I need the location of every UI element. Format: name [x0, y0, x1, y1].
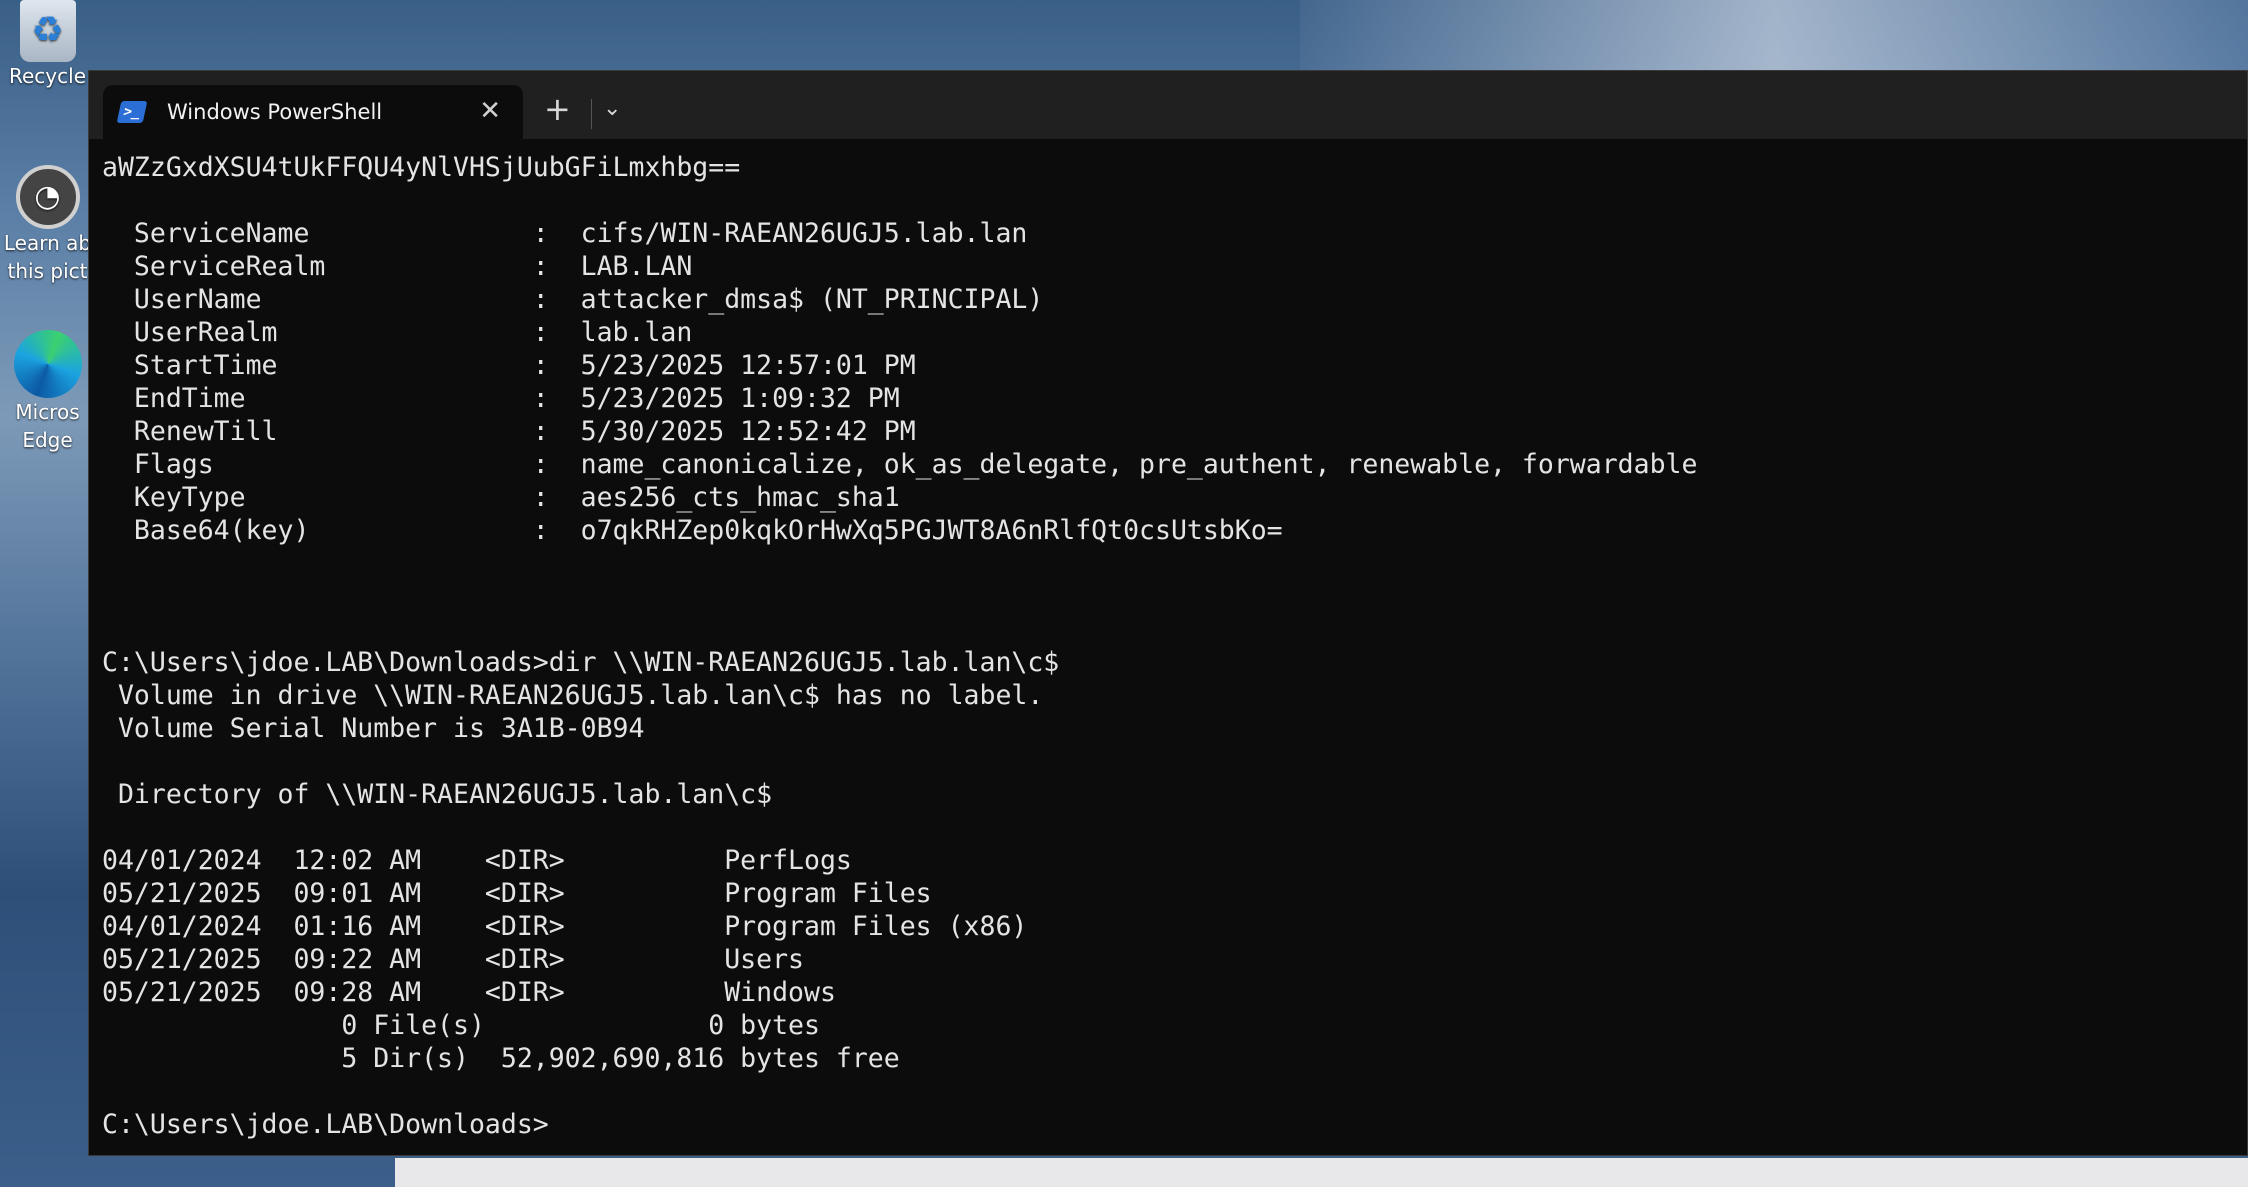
console-line: UserRealm : lab.lan	[102, 317, 693, 348]
console-line: aWZzGxdXSU4tUkFFQU4yNlVHSjUubGFiLmxhbg==	[102, 152, 741, 183]
close-icon[interactable]: ✕	[479, 97, 501, 125]
background-window-edge	[395, 1158, 2248, 1187]
title-bar[interactable]: >_ Windows PowerShell ✕ + ⌄	[89, 71, 2247, 139]
console-line: 04/01/2024 12:02 AM <DIR> PerfLogs	[102, 845, 852, 876]
console-line: C:\Users\jdoe.LAB\Downloads>dir \\WIN-RA…	[102, 647, 1060, 678]
desktop-icon-edge[interactable]: Micros Edge	[0, 330, 95, 454]
tab-windows-powershell[interactable]: >_ Windows PowerShell ✕	[103, 85, 523, 139]
console-line: 04/01/2024 01:16 AM <DIR> Program Files …	[102, 911, 1028, 942]
console-line: KeyType : aes256_cts_hmac_sha1	[102, 482, 900, 513]
tab-divider	[591, 99, 592, 129]
console-line: 0 File(s) 0 bytes	[102, 1010, 820, 1041]
desktop-icon-recycle-bin[interactable]: ♻ Recycle	[0, 0, 95, 90]
console-line: 05/21/2025 09:28 AM <DIR> Windows	[102, 977, 836, 1008]
console-line: EndTime : 5/23/2025 1:09:32 PM	[102, 383, 900, 414]
console-line: Base64(key) : o7qkRHZep0kqkOrHwXq5PGJWT8…	[102, 515, 1283, 546]
console-line: 5 Dir(s) 52,902,690,816 bytes free	[102, 1043, 900, 1074]
console-line: UserName : attacker_dmsa$ (NT_PRINCIPAL)	[102, 284, 1044, 315]
desktop-icon-label: Recycle	[9, 64, 86, 88]
desktop-icon-label: Edge	[22, 428, 73, 452]
plus-icon[interactable]: +	[544, 93, 571, 125]
console-output[interactable]: aWZzGxdXSU4tUkFFQU4yNlVHSjUubGFiLmxhbg==…	[102, 151, 2237, 1155]
powershell-icon: >_	[116, 101, 148, 123]
chevron-down-icon[interactable]: ⌄	[603, 93, 621, 125]
console-line: RenewTill : 5/30/2025 12:52:42 PM	[102, 416, 916, 447]
edge-icon	[13, 330, 82, 398]
console-line: Flags : name_canonicalize, ok_as_delegat…	[102, 449, 1698, 480]
terminal-window[interactable]: >_ Windows PowerShell ✕ + ⌄ aWZzGxdXSU4t…	[88, 70, 2248, 1156]
desktop-icon-learn-about-picture[interactable]: ◔ Learn ab this pict	[0, 165, 95, 285]
console-line: C:\Users\jdoe.LAB\Downloads>	[102, 1109, 549, 1140]
console-line: StartTime : 5/23/2025 12:57:01 PM	[102, 350, 916, 381]
console-line: Volume Serial Number is 3A1B-0B94	[102, 713, 645, 744]
console-line: 05/21/2025 09:22 AM <DIR> Users	[102, 944, 804, 975]
tab-title: Windows PowerShell	[167, 100, 383, 124]
wallpaper-clouds	[1300, 0, 2248, 80]
desktop-icon-label: this pict	[7, 259, 88, 283]
console-line: Directory of \\WIN-RAEAN26UGJ5.lab.lan\c…	[102, 779, 773, 810]
console-line: ServiceName : cifs/WIN-RAEAN26UGJ5.lab.l…	[102, 218, 1028, 249]
desktop-icon-label: Micros	[15, 400, 80, 424]
desktop-icon-label: Learn ab	[3, 231, 92, 255]
console-line: ServiceRealm : LAB.LAN	[102, 251, 693, 282]
console-line: Volume in drive \\WIN-RAEAN26UGJ5.lab.la…	[102, 680, 1044, 711]
camera-icon: ◔	[15, 165, 80, 229]
console-line: 05/21/2025 09:01 AM <DIR> Program Files	[102, 878, 932, 909]
recycle-bin-icon: ♻	[19, 0, 76, 62]
